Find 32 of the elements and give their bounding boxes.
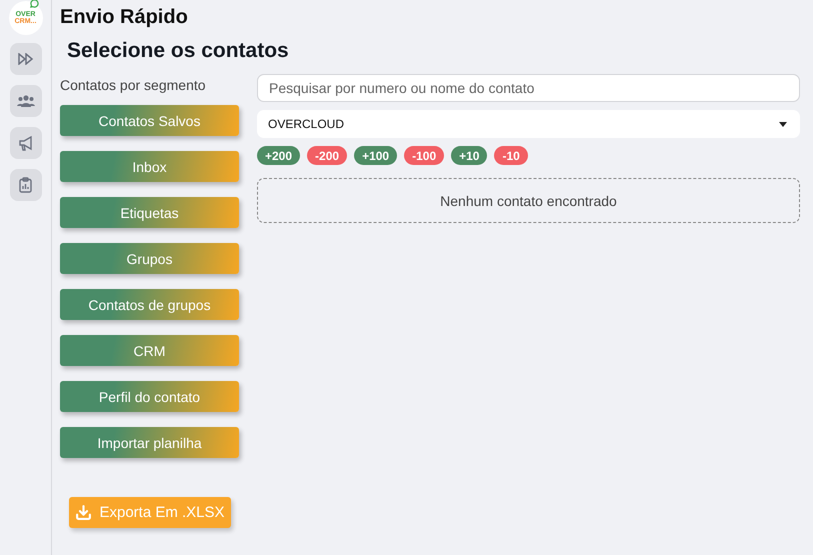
count-chip[interactable]: +10 (451, 146, 488, 165)
segment-label: Contatos por segmento (60, 76, 207, 94)
segment-button[interactable]: CRM (60, 335, 239, 366)
megaphone-icon (18, 136, 34, 150)
segment-button[interactable]: Contatos de grupos (60, 289, 239, 320)
fast-forward-icon (18, 53, 34, 65)
nav-button[interactable] (10, 169, 42, 201)
caret-icon (779, 122, 787, 126)
chat-bubble-icon (30, 0, 38, 8)
count-chip[interactable]: -100 (404, 146, 444, 165)
nav-button[interactable] (10, 85, 42, 117)
segment-button[interactable]: Perfil do contato (60, 381, 239, 412)
export-button[interactable]: Exporta Em .XLSX (69, 497, 231, 528)
clipboard-icon (19, 177, 32, 193)
segment-button[interactable]: Etiquetas (60, 197, 239, 228)
connection-select[interactable]: OVERCLOUD (257, 110, 800, 138)
section-title: Selecione os contatos (67, 38, 290, 64)
count-chip[interactable]: -10 (494, 146, 528, 165)
count-chip[interactable]: +100 (354, 146, 398, 165)
count-chip[interactable]: +200 (257, 146, 300, 165)
nav-button[interactable] (10, 127, 42, 159)
users-icon (16, 95, 34, 107)
nav-button[interactable] (10, 43, 42, 75)
count-chip[interactable]: -200 (307, 146, 348, 165)
page-title: Envio Rápido (60, 5, 189, 30)
empty-message: Nenhum contato encontrado (440, 192, 617, 208)
search-field[interactable]: Pesquisar por numero ou nome do contato (257, 74, 800, 102)
segment-button[interactable]: Inbox (60, 151, 239, 182)
segment-button[interactable]: Grupos (60, 243, 239, 274)
download-icon (75, 504, 92, 521)
segment-button[interactable]: Contatos Salvos (60, 105, 239, 136)
segment-button[interactable]: Importar planilha (60, 427, 239, 458)
